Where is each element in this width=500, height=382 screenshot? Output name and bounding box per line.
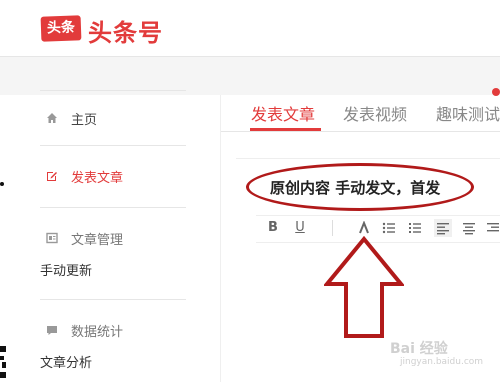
up-arrow-annotation	[324, 236, 404, 338]
bullet-mark	[0, 182, 4, 186]
align-center-icon[interactable]	[460, 219, 478, 237]
align-left-icon[interactable]	[434, 219, 452, 237]
sidebar-divider	[40, 90, 186, 91]
tab-bar: 发表文章 发表视频 趣味测试	[221, 95, 500, 132]
sidebar-item-label: 主页	[71, 113, 98, 128]
tab-fun-quiz[interactable]: 趣味测试	[436, 101, 500, 125]
watermark-logo: Bai 经验	[390, 341, 448, 357]
watermark-url: jingyan.baidu.com	[400, 357, 484, 367]
sidebar-subitem-article-analysis[interactable]: 文章分析	[40, 352, 92, 371]
align-right-icon[interactable]	[484, 219, 500, 237]
stats-icon	[47, 326, 57, 335]
sidebar-divider	[40, 145, 186, 146]
qr-code-fragment	[0, 346, 6, 378]
sidebar-subitem-manual-update[interactable]: 手动更新	[40, 260, 92, 279]
sidebar-item-label: 发表文章	[71, 171, 124, 186]
edit-icon	[47, 172, 57, 181]
font-color-icon[interactable]	[355, 219, 373, 237]
bold-button[interactable]: B	[264, 219, 282, 237]
logo-badge[interactable]: 头条	[40, 15, 82, 42]
header-bar: 头条 头条号	[0, 0, 500, 57]
highlight-oval-annotation	[246, 163, 474, 211]
underline-button[interactable]: U	[291, 219, 309, 237]
article-manage-icon	[46, 232, 58, 244]
sidebar-divider	[40, 299, 186, 300]
active-tab-indicator	[250, 128, 321, 131]
unordered-list-icon[interactable]	[380, 219, 398, 237]
sidebar-divider	[40, 207, 186, 208]
home-icon	[47, 113, 57, 123]
notification-dot	[492, 88, 500, 96]
logo-text[interactable]: 头条号	[88, 13, 163, 48]
sidebar-item-label: 文章管理	[71, 233, 124, 248]
toolbar-divider	[332, 220, 333, 236]
sidebar-item-label: 数据统计	[71, 325, 124, 340]
content-divider	[220, 95, 221, 382]
tab-publish-video[interactable]: 发表视频	[343, 101, 407, 125]
ordered-list-icon[interactable]	[406, 219, 424, 237]
tab-publish-article[interactable]: 发表文章	[251, 101, 315, 125]
